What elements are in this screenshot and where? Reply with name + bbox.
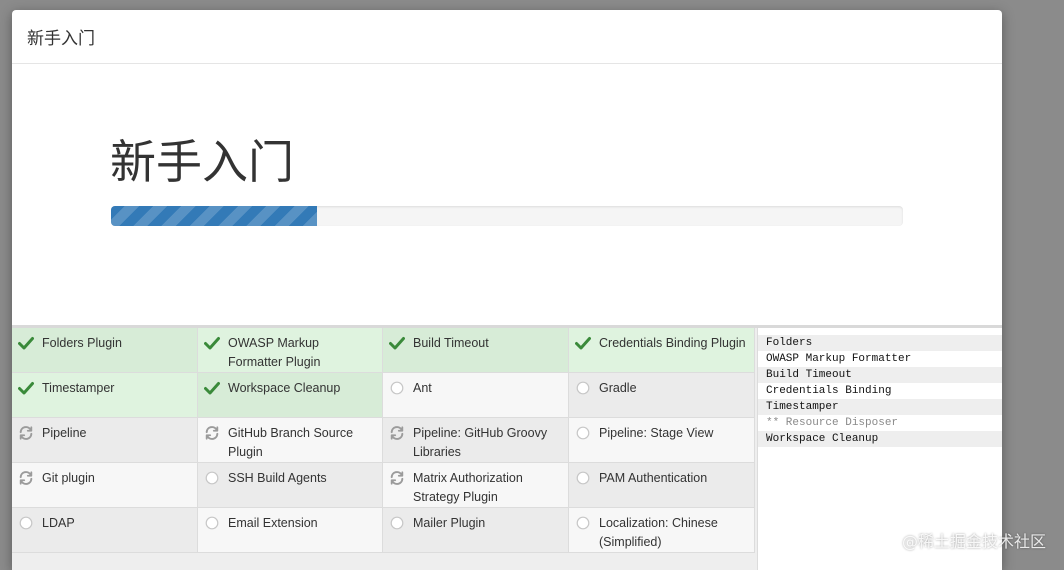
plugin-item: Timestamper	[12, 373, 198, 418]
log-line: Timestamper	[758, 399, 1002, 415]
dialog-header: 新手入门	[12, 10, 1002, 64]
empty-circle-icon	[575, 515, 591, 531]
plugin-name: Matrix Authorization Strategy Plugin	[413, 471, 523, 504]
plugin-name: SSH Build Agents	[228, 471, 327, 485]
plugin-name: Credentials Binding Plugin	[599, 336, 746, 350]
check-icon	[575, 335, 591, 351]
empty-circle-icon	[575, 470, 591, 486]
plugin-item: Pipeline: GitHub Groovy Libraries	[383, 418, 569, 463]
plugin-item: PAM Authentication	[569, 463, 755, 508]
check-icon	[204, 335, 220, 351]
watermark: @稀土掘金技术社区	[901, 532, 1046, 551]
plugin-name: Gradle	[599, 381, 637, 395]
log-line: Folders	[758, 335, 1002, 351]
empty-circle-icon	[204, 470, 220, 486]
log-line: ** Resource Disposer	[766, 417, 899, 429]
plugin-item: Localization: Chinese (Simplified)	[569, 508, 755, 553]
plugin-item: LDAP	[12, 508, 198, 553]
empty-circle-icon	[18, 515, 34, 531]
empty-circle-icon	[204, 515, 220, 531]
plugin-item: Ant	[383, 373, 569, 418]
check-icon	[389, 335, 405, 351]
plugin-item: GitHub Branch Source Plugin	[198, 418, 383, 463]
plugin-name: Pipeline	[42, 426, 87, 440]
setup-wizard-dialog: 新手入门 新手入门 Folders Plugin OWASP Markup For…	[12, 10, 1002, 570]
log-line: Credentials Binding	[766, 385, 892, 397]
plugin-item: Git plugin	[12, 463, 198, 508]
check-icon	[204, 380, 220, 396]
plugin-item: Email Extension	[198, 508, 383, 553]
plugin-item: SSH Build Agents	[198, 463, 383, 508]
plugin-name: Git plugin	[42, 471, 95, 485]
refresh-icon	[18, 470, 34, 486]
log-line: OWASP Markup Formatter	[766, 353, 912, 365]
plugin-name: Mailer Plugin	[413, 516, 486, 530]
hero-section: 新手入门	[12, 65, 1002, 325]
check-icon	[18, 335, 34, 351]
install-progress	[111, 206, 903, 226]
plugin-item: Workspace Cleanup	[198, 373, 383, 418]
refresh-icon	[389, 425, 405, 441]
plugin-item: Mailer Plugin	[383, 508, 569, 553]
plugin-name: OWASP Markup Formatter Plugin	[228, 336, 321, 369]
log-line: Build Timeout	[758, 367, 1002, 383]
plugin-name: Folders Plugin	[42, 336, 122, 350]
plugin-item: Gradle	[569, 373, 755, 418]
plugin-item: Build Timeout	[383, 328, 569, 373]
plugin-name: PAM Authentication	[599, 471, 708, 485]
check-icon	[18, 380, 34, 396]
refresh-icon	[204, 425, 220, 441]
plugin-item: Pipeline	[12, 418, 198, 463]
plugin-item: Credentials Binding Plugin	[569, 328, 755, 373]
empty-circle-icon	[389, 380, 405, 396]
log-line: Workspace Cleanup	[758, 431, 1002, 447]
plugin-name: Workspace Cleanup	[228, 381, 341, 395]
plugin-name: Pipeline: Stage View	[599, 426, 714, 440]
empty-circle-icon	[575, 380, 591, 396]
empty-circle-icon	[575, 425, 591, 441]
install-progress-bar	[111, 206, 317, 226]
plugin-name: Build Timeout	[413, 336, 489, 350]
plugin-name: Email Extension	[228, 516, 318, 530]
plugin-item: Matrix Authorization Strategy Plugin	[383, 463, 569, 508]
empty-circle-icon	[389, 515, 405, 531]
plugin-grid: Folders Plugin OWASP Markup Formatter Plu…	[12, 328, 755, 553]
plugin-install-area: Folders Plugin OWASP Markup Formatter Plu…	[12, 328, 1002, 570]
plugin-name: Pipeline: GitHub Groovy Libraries	[413, 426, 548, 459]
refresh-icon	[389, 470, 405, 486]
hero-title: 新手入门	[110, 135, 294, 189]
refresh-icon	[18, 425, 34, 441]
plugin-name: Timestamper	[42, 381, 115, 395]
plugin-name: Localization: Chinese (Simplified)	[599, 516, 718, 549]
dialog-title: 新手入门	[27, 29, 95, 49]
plugin-name: Ant	[413, 381, 432, 395]
plugin-name: GitHub Branch Source Plugin	[228, 426, 354, 459]
plugin-item: OWASP Markup Formatter Plugin	[198, 328, 383, 373]
plugin-item: Pipeline: Stage View	[569, 418, 755, 463]
plugin-item: Folders Plugin	[12, 328, 198, 373]
plugin-name: LDAP	[42, 516, 75, 530]
